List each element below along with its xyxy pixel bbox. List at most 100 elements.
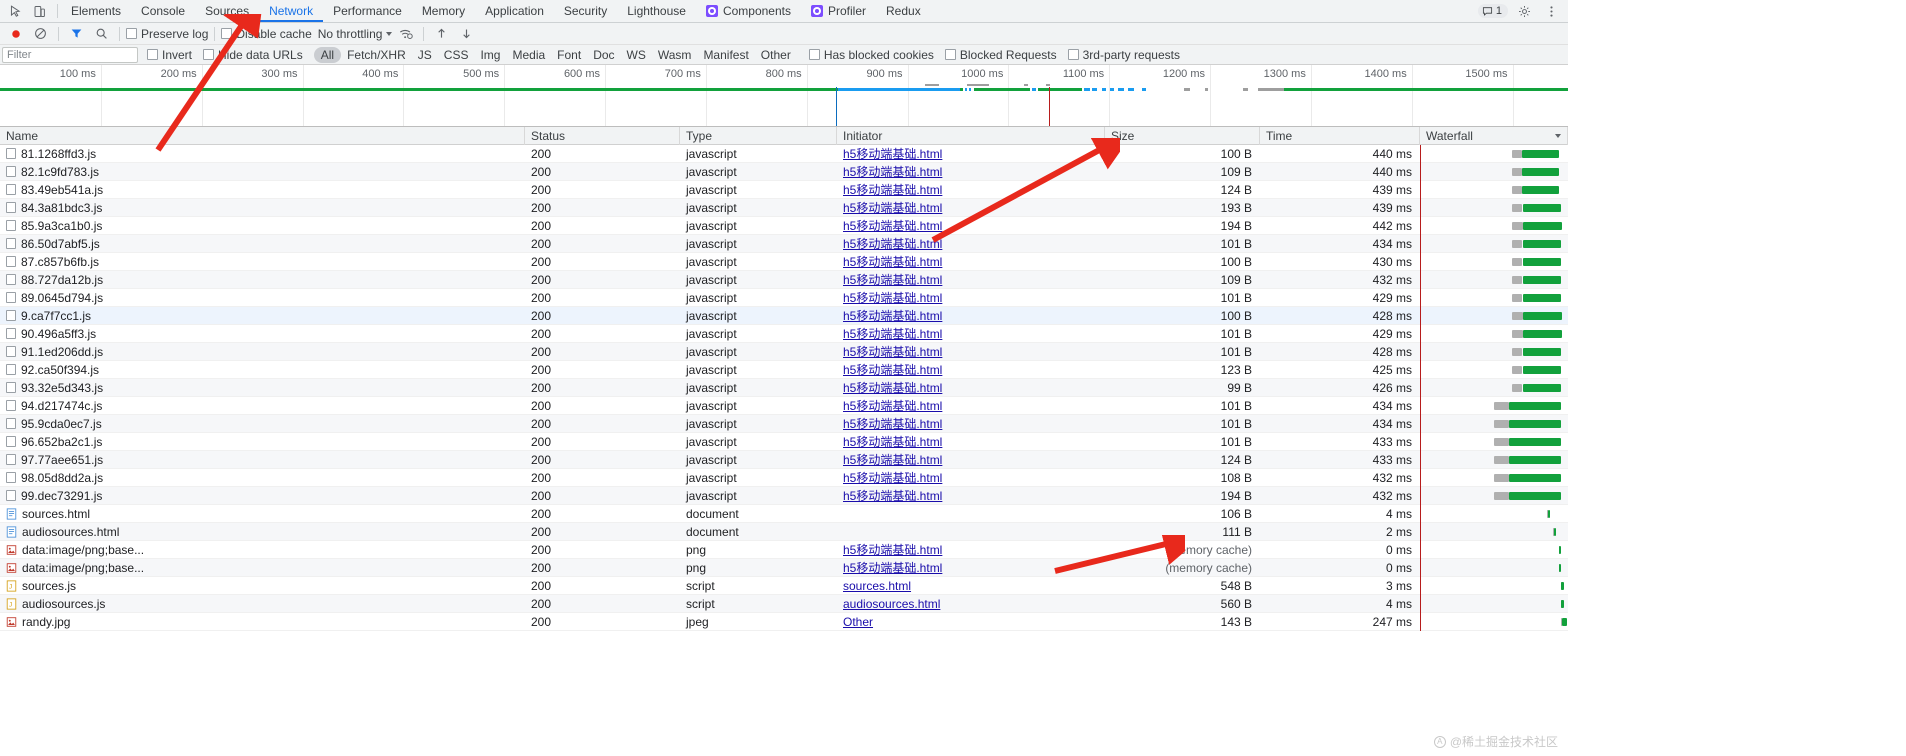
table-row[interactable]: 84.3a81bdc3.js 200 javascript h5移动端基础.html 1…: [0, 199, 1568, 217]
cell-initiator[interactable]: [837, 505, 1105, 523]
preserve-log-box[interactable]: [126, 28, 137, 39]
cell-name[interactable]: 84.3a81bdc3.js: [0, 199, 525, 217]
cell-initiator[interactable]: h5移动端基础.html: [837, 433, 1105, 451]
table-row[interactable]: 99.dec73291.js 200 javascript h5移动端基础.html 1…: [0, 487, 1568, 505]
cell-name[interactable]: 98.05d8dd2a.js: [0, 469, 525, 487]
table-row[interactable]: Jsources.js 200 script sources.html 548 B 3 m…: [0, 577, 1568, 595]
column-header-waterfall[interactable]: Waterfall: [1420, 126, 1568, 145]
initiator-link[interactable]: h5移动端基础.html: [843, 415, 942, 432]
cell-initiator[interactable]: h5移动端基础.html: [837, 253, 1105, 271]
cell-initiator[interactable]: h5移动端基础.html: [837, 217, 1105, 235]
initiator-link[interactable]: h5移动端基础.html: [843, 379, 942, 396]
table-row[interactable]: 89.0645d794.js 200 javascript h5移动端基础.html 1…: [0, 289, 1568, 307]
column-header-initiator[interactable]: Initiator: [837, 126, 1105, 145]
table-row[interactable]: 96.652ba2c1.js 200 javascript h5移动端基础.html 1…: [0, 433, 1568, 451]
table-row[interactable]: 93.32e5d343.js 200 javascript h5移动端基础.html 9…: [0, 379, 1568, 397]
column-header-time[interactable]: Time: [1260, 126, 1420, 145]
cell-name[interactable]: 85.9a3ca1b0.js: [0, 217, 525, 235]
table-row[interactable]: 9.ca7f7cc1.js 200 javascript h5移动端基础.html 10…: [0, 307, 1568, 325]
initiator-link[interactable]: Other: [843, 615, 873, 629]
export-har-icon[interactable]: [455, 24, 478, 44]
initiator-link[interactable]: h5移动端基础.html: [843, 325, 942, 342]
column-header-size[interactable]: Size: [1105, 126, 1260, 145]
table-row[interactable]: 92.ca50f394.js 200 javascript h5移动端基础.html 1…: [0, 361, 1568, 379]
tab-redux[interactable]: Redux: [876, 0, 931, 22]
initiator-link[interactable]: h5移动端基础.html: [843, 145, 942, 162]
cell-name[interactable]: 94.d217474c.js: [0, 397, 525, 415]
table-row[interactable]: 90.496a5ff3.js 200 javascript h5移动端基础.html 1…: [0, 325, 1568, 343]
cell-initiator[interactable]: h5移动端基础.html: [837, 235, 1105, 253]
cell-name[interactable]: Jaudiosources.js: [0, 595, 525, 613]
column-header-name[interactable]: Name: [0, 126, 525, 145]
cell-initiator[interactable]: h5移动端基础.html: [837, 559, 1105, 577]
network-conditions-icon[interactable]: [394, 24, 417, 44]
cell-name[interactable]: randy.jpg: [0, 613, 525, 631]
table-row[interactable]: data:image/png;base... 200 png h5移动端基础.html…: [0, 541, 1568, 559]
cell-initiator[interactable]: audiosources.html: [837, 595, 1105, 613]
hide-data-urls-checkbox[interactable]: Hide data URLs: [203, 48, 303, 62]
cell-name[interactable]: 93.32e5d343.js: [0, 379, 525, 397]
cell-initiator[interactable]: h5移动端基础.html: [837, 163, 1105, 181]
message-badge[interactable]: 1: [1477, 4, 1508, 18]
initiator-link[interactable]: h5移动端基础.html: [843, 433, 942, 450]
cell-initiator[interactable]: h5移动端基础.html: [837, 361, 1105, 379]
cell-name[interactable]: 92.ca50f394.js: [0, 361, 525, 379]
cell-name[interactable]: sources.html: [0, 505, 525, 523]
table-row[interactable]: randy.jpg 200 jpeg Other 143 B 247 ms: [0, 613, 1568, 631]
tab-security[interactable]: Security: [554, 0, 617, 22]
tab-lighthouse[interactable]: Lighthouse: [617, 0, 696, 22]
network-overview-timeline[interactable]: 100 ms 200 ms 300 ms 400 ms 500 ms 600 ms 700 …: [0, 65, 1568, 127]
initiator-link[interactable]: h5移动端基础.html: [843, 541, 942, 558]
preserve-log-checkbox[interactable]: Preserve log: [126, 27, 208, 41]
table-row[interactable]: data:image/png;base... 200 png h5移动端基础.html…: [0, 559, 1568, 577]
cell-initiator[interactable]: sources.html: [837, 577, 1105, 595]
table-row[interactable]: 94.d217474c.js 200 javascript h5移动端基础.html 1…: [0, 397, 1568, 415]
table-row[interactable]: 87.c857b6fb.js 200 javascript h5移动端基础.html 1…: [0, 253, 1568, 271]
initiator-link[interactable]: h5移动端基础.html: [843, 199, 942, 216]
initiator-link[interactable]: sources.html: [843, 579, 911, 593]
tab-application[interactable]: Application: [475, 0, 554, 22]
initiator-link[interactable]: h5移动端基础.html: [843, 469, 942, 486]
column-header-type[interactable]: Type: [680, 126, 837, 145]
initiator-link[interactable]: h5移动端基础.html: [843, 253, 942, 270]
invert-box[interactable]: [147, 49, 158, 60]
cell-initiator[interactable]: h5移动端基础.html: [837, 415, 1105, 433]
search-button[interactable]: [90, 24, 113, 44]
initiator-link[interactable]: h5移动端基础.html: [843, 235, 942, 252]
table-row[interactable]: 85.9a3ca1b0.js 200 javascript h5移动端基础.html 1…: [0, 217, 1568, 235]
cell-name[interactable]: 97.77aee651.js: [0, 451, 525, 469]
filter-type-other[interactable]: Other: [755, 48, 797, 62]
filter-type-all[interactable]: All: [313, 46, 342, 63]
table-row[interactable]: 88.727da12b.js 200 javascript h5移动端基础.html 1…: [0, 271, 1568, 289]
table-row[interactable]: sources.html 200 document 106 B 4 ms: [0, 505, 1568, 523]
filter-button[interactable]: [65, 24, 88, 44]
initiator-link[interactable]: h5移动端基础.html: [843, 217, 942, 234]
table-row[interactable]: 83.49eb541a.js 200 javascript h5移动端基础.html 1…: [0, 181, 1568, 199]
table-row[interactable]: 82.1c9fd783.js 200 javascript h5移动端基础.html 1…: [0, 163, 1568, 181]
tab-elements[interactable]: Elements: [61, 0, 131, 22]
third-party-box[interactable]: [1067, 49, 1079, 60]
initiator-link[interactable]: h5移动端基础.html: [843, 271, 942, 288]
cell-initiator[interactable]: h5移动端基础.html: [837, 397, 1105, 415]
has-blocked-cookies-checkbox[interactable]: Has blocked cookies: [808, 48, 934, 62]
cell-name[interactable]: audiosources.html: [0, 523, 525, 541]
cell-initiator[interactable]: h5移动端基础.html: [837, 541, 1105, 559]
gear-icon[interactable]: [1513, 1, 1535, 22]
initiator-link[interactable]: h5移动端基础.html: [843, 397, 942, 414]
initiator-link[interactable]: h5移动端基础.html: [843, 559, 942, 576]
cell-name[interactable]: 82.1c9fd783.js: [0, 163, 525, 181]
tab-sources[interactable]: Sources: [195, 0, 259, 22]
filter-type-manifest[interactable]: Manifest: [697, 48, 754, 62]
cell-name[interactable]: 88.727da12b.js: [0, 271, 525, 289]
tab-network[interactable]: Network: [259, 0, 324, 22]
cell-initiator[interactable]: h5移动端基础.html: [837, 325, 1105, 343]
table-row[interactable]: 91.1ed206dd.js 200 javascript h5移动端基础.html 1…: [0, 343, 1568, 361]
cell-initiator[interactable]: h5移动端基础.html: [837, 271, 1105, 289]
cell-name[interactable]: 96.652ba2c1.js: [0, 433, 525, 451]
cell-initiator[interactable]: h5移动端基础.html: [837, 181, 1105, 199]
initiator-link[interactable]: h5移动端基础.html: [843, 361, 942, 378]
tab-console[interactable]: Console: [131, 0, 195, 22]
cell-initiator[interactable]: h5移动端基础.html: [837, 487, 1105, 505]
filter-type-media[interactable]: Media: [506, 48, 551, 62]
cell-name[interactable]: 90.496a5ff3.js: [0, 325, 525, 343]
